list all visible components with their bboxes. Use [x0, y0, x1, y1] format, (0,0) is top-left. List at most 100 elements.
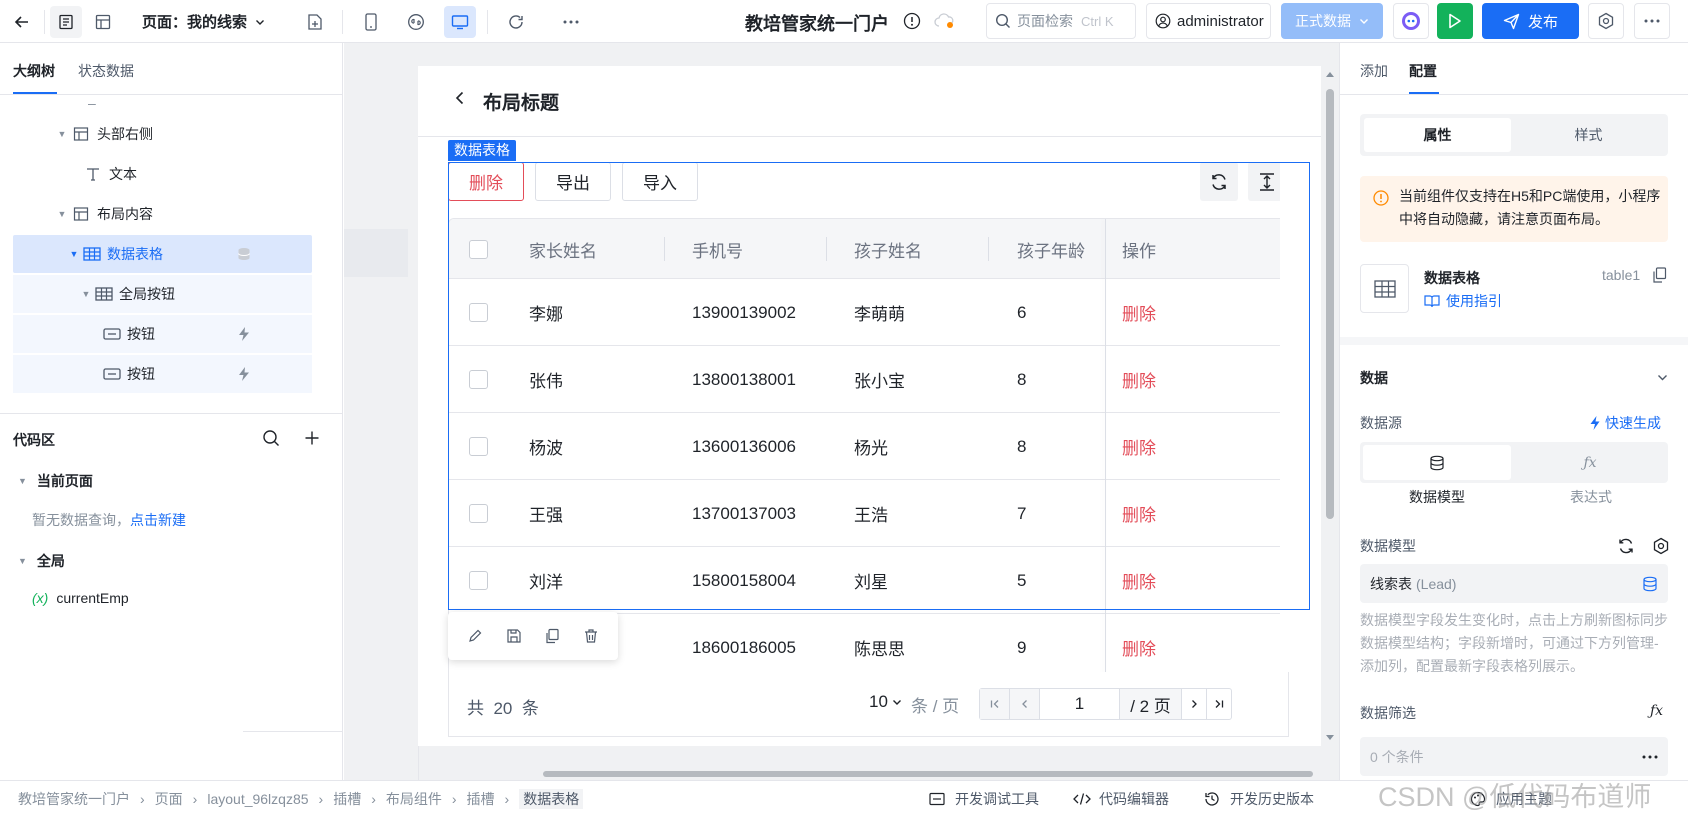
breadcrumb-item[interactable]: 布局组件	[386, 789, 442, 809]
run-preview-button[interactable]	[1437, 3, 1473, 39]
data-model-select[interactable]: 线索表 (Lead)	[1360, 564, 1668, 603]
miniprogram-view-icon[interactable]	[400, 6, 432, 38]
row-delete-link[interactable]: 删除	[1122, 547, 1156, 614]
tree-node-button-2[interactable]: 按钮	[13, 355, 312, 393]
layout-template-icon[interactable]	[87, 6, 119, 38]
delete-button[interactable]: 删除	[448, 162, 524, 201]
table-row[interactable]: 杨波 13600136006 杨光 8 删除	[449, 413, 1280, 480]
section-data-title[interactable]: 数据	[1360, 368, 1388, 388]
vertical-scrollbar[interactable]	[1325, 70, 1335, 744]
info-icon[interactable]	[903, 12, 921, 30]
variable-current-emp[interactable]: (x) currentEmp	[32, 590, 129, 606]
lightning-icon[interactable]	[237, 326, 251, 342]
tree-node-layout-content[interactable]: ▼ 布局内容	[13, 195, 312, 233]
current-page-input[interactable]: 1	[1040, 689, 1120, 719]
tab-add[interactable]: 添加	[1360, 61, 1388, 81]
row-height-icon[interactable]	[1248, 162, 1280, 201]
export-button[interactable]: 导出	[535, 162, 611, 201]
pc-view-icon[interactable]	[444, 6, 476, 38]
edit-icon[interactable]	[467, 628, 483, 644]
env-select[interactable]: 正式数据	[1281, 3, 1383, 39]
tree-node-data-table[interactable]: ▼ 数据表格	[13, 235, 312, 273]
row-checkbox[interactable]	[469, 370, 488, 389]
breadcrumb-item[interactable]: layout_96lzqz85	[207, 791, 308, 807]
fx-icon[interactable]: ƒx	[1515, 445, 1665, 480]
column-header[interactable]: 家长姓名	[529, 219, 597, 279]
select-all-checkbox[interactable]	[469, 239, 488, 259]
breadcrumb-item[interactable]: 插槽	[333, 789, 361, 809]
back-arrow-icon[interactable]	[6, 6, 38, 38]
more-menu-icon[interactable]	[1634, 3, 1670, 39]
ai-assistant-icon[interactable]	[1393, 3, 1429, 39]
row-delete-link[interactable]: 删除	[1122, 346, 1156, 413]
back-chevron-icon[interactable]	[454, 90, 466, 106]
breadcrumb-item[interactable]: 数据表格	[519, 789, 584, 809]
next-page-icon[interactable]	[1182, 689, 1207, 719]
refresh-icon[interactable]	[1617, 537, 1635, 555]
row-delete-link[interactable]: 删除	[1122, 614, 1156, 672]
delete-icon[interactable]	[583, 628, 599, 644]
dev-tools-button[interactable]: 开发调试工具	[929, 789, 1039, 809]
breadcrumb-item[interactable]: 教培管家统一门户	[18, 789, 130, 809]
first-page-icon[interactable]	[980, 689, 1010, 719]
page-selector[interactable]: 页面：我的线索	[142, 11, 265, 32]
copy-icon[interactable]	[544, 628, 560, 644]
global-group[interactable]: ▼ 全局	[18, 551, 65, 571]
page-search-input[interactable]: 页面检索 Ctrl K	[986, 3, 1136, 39]
row-delete-link[interactable]: 删除	[1122, 480, 1156, 547]
publish-button[interactable]: 发布	[1482, 3, 1579, 39]
add-page-icon[interactable]	[299, 6, 331, 38]
table-row[interactable]: 刘洋 15800158004 刘星 5 删除	[449, 547, 1280, 614]
table-row[interactable]: 张伟 13800138001 张小宝 8 删除	[449, 346, 1280, 413]
history-button[interactable]: 开发历史版本	[1204, 789, 1314, 809]
prev-page-icon[interactable]	[1010, 689, 1040, 719]
datasource-model-option[interactable]	[1363, 445, 1511, 480]
row-checkbox[interactable]	[469, 437, 488, 456]
user-menu[interactable]: administrator	[1146, 3, 1271, 39]
tab-config[interactable]: 配置	[1409, 61, 1437, 81]
tree-node-header-right[interactable]: ▼ 头部右侧	[13, 115, 312, 153]
mobile-view-icon[interactable]	[355, 6, 387, 38]
quick-generate-link[interactable]: 快速生成	[1589, 413, 1661, 433]
row-delete-link[interactable]: 删除	[1122, 279, 1156, 346]
database-icon[interactable]	[237, 247, 251, 261]
breadcrumb-item[interactable]: 页面	[155, 789, 183, 809]
tree-node-button-1[interactable]: 按钮	[13, 315, 312, 353]
tab-outline-tree[interactable]: 大纲树	[13, 61, 55, 81]
scrollbar-thumb[interactable]	[1326, 89, 1334, 519]
fx-icon[interactable]: ƒx	[1650, 703, 1663, 719]
create-query-link[interactable]: 点击新建	[130, 512, 186, 528]
tab-state-data[interactable]: 状态数据	[78, 61, 134, 81]
chevron-down-icon[interactable]	[1657, 372, 1668, 383]
row-delete-link[interactable]: 删除	[1122, 413, 1156, 480]
breadcrumb-item[interactable]: 插槽	[467, 789, 495, 809]
row-checkbox[interactable]	[469, 504, 488, 523]
page-size-select[interactable]: 10	[869, 692, 902, 712]
row-checkbox[interactable]	[469, 303, 488, 322]
horizontal-scrollbar[interactable]	[543, 771, 1313, 777]
refresh-icon[interactable]	[500, 6, 532, 38]
import-button[interactable]: 导入	[622, 162, 698, 201]
column-header[interactable]: 手机号	[692, 219, 743, 279]
column-header[interactable]: 孩子姓名	[854, 219, 922, 279]
table-row[interactable]: 王强 13700137003 王浩 7 删除	[449, 480, 1280, 547]
refresh-table-icon[interactable]	[1200, 162, 1238, 201]
copy-icon[interactable]	[1652, 267, 1667, 283]
column-header[interactable]: 操作	[1122, 219, 1156, 279]
more-icon[interactable]	[555, 6, 587, 38]
subtab-properties[interactable]: 属性	[1364, 118, 1511, 152]
settings-icon[interactable]	[1652, 537, 1670, 555]
table-row[interactable]: 李娜 13900139002 李萌萌 6 删除	[449, 279, 1280, 346]
search-icon[interactable]	[262, 429, 280, 447]
tree-node-global-buttons[interactable]: ▼ 全局按钮	[13, 275, 312, 313]
data-filter-input[interactable]: 0 个条件	[1360, 737, 1668, 776]
subtab-style[interactable]: 样式	[1515, 118, 1662, 152]
usage-guide-link[interactable]: 使用指引	[1424, 291, 1502, 311]
row-checkbox[interactable]	[469, 571, 488, 590]
add-icon[interactable]	[304, 430, 320, 446]
save-icon[interactable]	[506, 628, 522, 644]
tree-node-text[interactable]: 文本	[13, 155, 312, 193]
last-page-icon[interactable]	[1207, 689, 1231, 719]
page-outline-icon[interactable]	[50, 6, 82, 38]
code-editor-button[interactable]: 代码编辑器	[1073, 789, 1169, 809]
